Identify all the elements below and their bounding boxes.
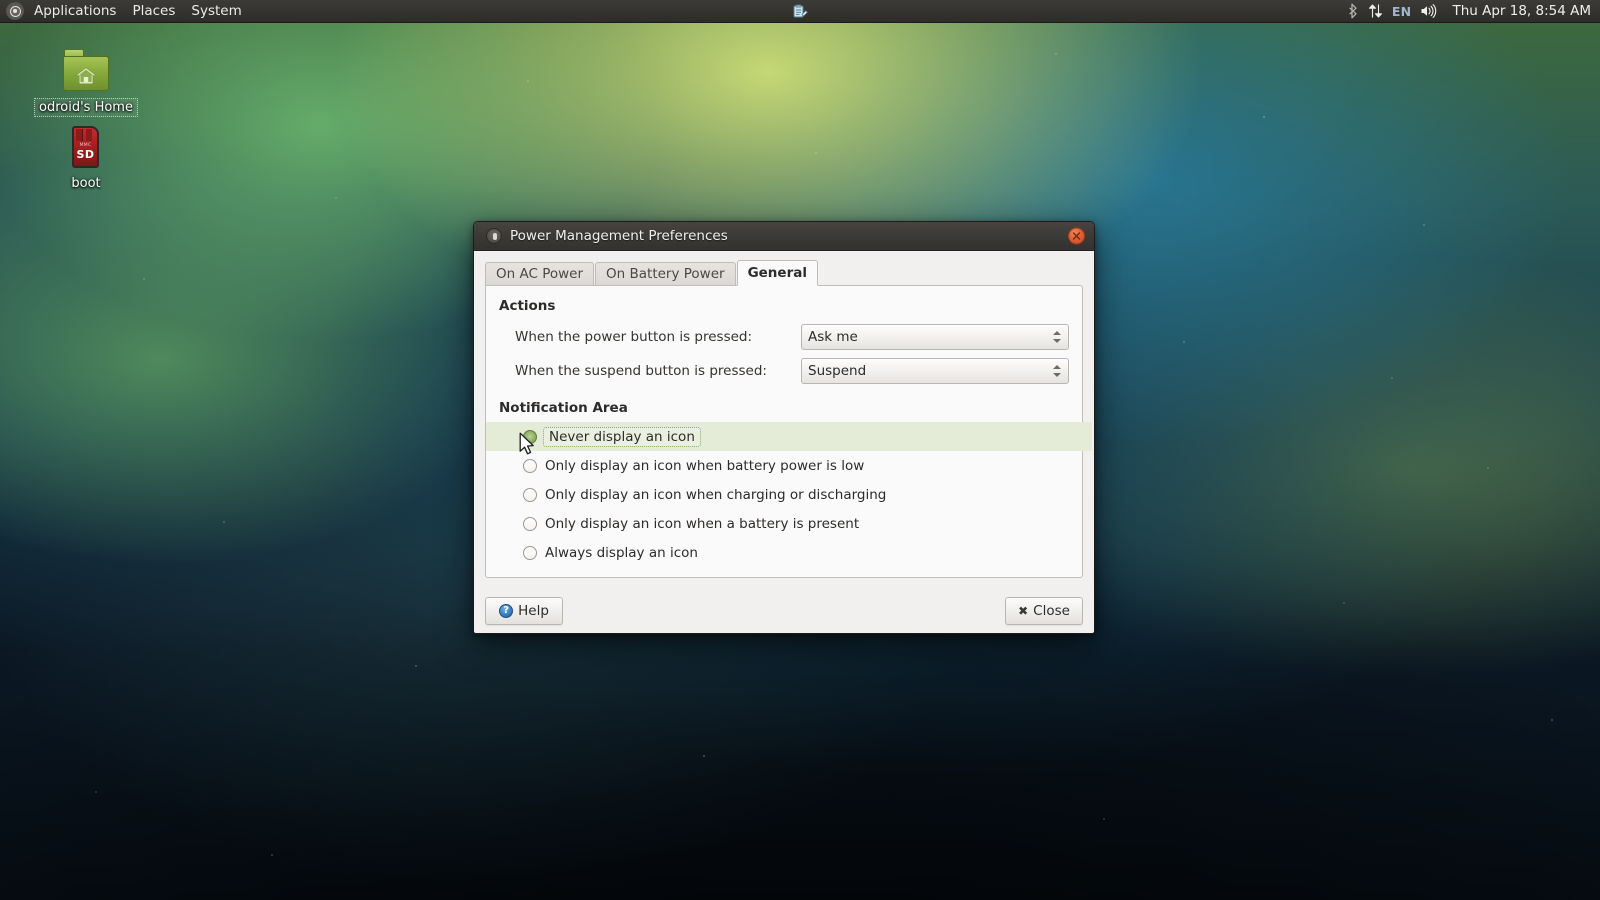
- menu-places[interactable]: Places: [124, 0, 183, 22]
- dialog-body: On AC Power On Battery Power General Act…: [474, 251, 1094, 588]
- volume-speaker-icon[interactable]: [1420, 3, 1438, 19]
- power-button-action-value: Ask me: [808, 329, 858, 345]
- dialog-titlebar[interactable]: Power Management Preferences: [474, 222, 1094, 251]
- actions-rows: When the power button is pressed: Ask me…: [515, 320, 1069, 388]
- action-row-suspend-button: When the suspend button is pressed: Susp…: [515, 354, 1069, 388]
- bluetooth-icon[interactable]: [1348, 3, 1359, 19]
- radio-button-icon: [523, 517, 537, 531]
- suspend-button-label: When the suspend button is pressed:: [515, 363, 767, 379]
- network-updown-icon[interactable]: [1368, 3, 1383, 19]
- clipboard-app-icon[interactable]: [792, 4, 808, 19]
- menu-applications[interactable]: Applications: [26, 0, 124, 22]
- desktop-icon-home[interactable]: odroid's Home: [30, 46, 142, 117]
- home-folder-icon: [61, 46, 111, 94]
- top-panel: Applications Places System: [0, 0, 1600, 23]
- tab-general-label: General: [748, 265, 807, 281]
- panel-clock[interactable]: Thu Apr 18, 8:54 AM: [1447, 3, 1591, 19]
- close-button[interactable]: ✖ Close: [1005, 597, 1083, 625]
- actions-heading: Actions: [499, 298, 1069, 314]
- power-button-label: When the power button is pressed:: [515, 329, 752, 345]
- tab-on-ac-power[interactable]: On AC Power: [485, 262, 594, 286]
- close-button-label: Close: [1033, 603, 1070, 619]
- action-row-power-button: When the power button is pressed: Ask me: [515, 320, 1069, 354]
- notification-area-heading: Notification Area: [499, 400, 1069, 416]
- radio-battery-low[interactable]: Only display an icon when battery power …: [509, 451, 1069, 480]
- tab-on-ac-power-label: On AC Power: [496, 266, 583, 282]
- radio-never-display-label: Never display an icon: [543, 427, 701, 447]
- radio-charging-discharging-label: Only display an icon when charging or di…: [545, 487, 886, 503]
- tab-strip: On AC Power On Battery Power General: [485, 260, 1083, 286]
- radio-charging-discharging[interactable]: Only display an icon when charging or di…: [509, 480, 1069, 509]
- spinner-arrows-icon: [1053, 365, 1061, 377]
- desktop-icon-boot[interactable]: MMC SD boot: [30, 123, 142, 192]
- ubuntu-logo-icon[interactable]: [6, 2, 24, 20]
- radio-battery-present-label: Only display an icon when a battery is p…: [545, 516, 859, 532]
- suspend-button-action-value: Suspend: [808, 363, 866, 379]
- radio-battery-low-label: Only display an icon when battery power …: [545, 458, 864, 474]
- radio-battery-present[interactable]: Only display an icon when a battery is p…: [509, 509, 1069, 538]
- radio-never-display[interactable]: Never display an icon: [486, 422, 1092, 451]
- dialog-action-bar: ? Help ✖ Close: [474, 588, 1094, 634]
- sd-card-label: SD: [72, 149, 99, 160]
- tab-panel-general: Actions When the power button is pressed…: [485, 285, 1083, 578]
- panel-center-area: [792, 0, 808, 22]
- help-button[interactable]: ? Help: [485, 597, 563, 625]
- menu-places-label: Places: [132, 3, 175, 19]
- suspend-button-action-select[interactable]: Suspend: [801, 358, 1069, 384]
- desktop-icon-boot-label: boot: [67, 175, 104, 192]
- keyboard-language-indicator[interactable]: EN: [1392, 4, 1412, 19]
- radio-button-icon: [523, 488, 537, 502]
- radio-button-icon: [523, 459, 537, 473]
- help-question-icon: ?: [499, 604, 513, 618]
- menu-applications-label: Applications: [34, 3, 116, 19]
- sd-card-icon: MMC SD: [61, 123, 111, 171]
- radio-button-icon: [523, 430, 537, 444]
- tab-on-battery-power-label: On Battery Power: [606, 266, 725, 282]
- window-close-icon[interactable]: [1068, 228, 1085, 245]
- dialog-title: Power Management Preferences: [510, 228, 728, 244]
- tab-general[interactable]: General: [737, 260, 818, 286]
- close-x-icon: ✖: [1018, 604, 1028, 618]
- desktop-icon-home-label: odroid's Home: [34, 98, 138, 117]
- help-button-label: Help: [518, 603, 549, 619]
- power-button-action-select[interactable]: Ask me: [801, 324, 1069, 350]
- power-preferences-icon: [486, 228, 502, 244]
- menu-system[interactable]: System: [183, 0, 249, 22]
- power-management-dialog: Power Management Preferences On AC Power…: [473, 221, 1095, 634]
- tab-on-battery-power[interactable]: On Battery Power: [595, 262, 736, 286]
- panel-menu-group: Applications Places System: [0, 0, 250, 22]
- menu-system-label: System: [191, 3, 241, 19]
- radio-always-display[interactable]: Always display an icon: [509, 538, 1069, 567]
- radio-button-icon: [523, 546, 537, 560]
- system-tray: EN Thu Apr 18, 8:54 AM: [1348, 0, 1600, 22]
- notification-radio-group: Never display an icon Only display an ic…: [509, 422, 1069, 567]
- radio-always-display-label: Always display an icon: [545, 545, 698, 561]
- spinner-arrows-icon: [1053, 331, 1061, 343]
